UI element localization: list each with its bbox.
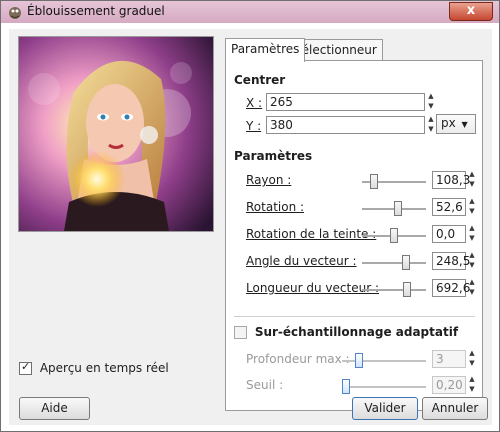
param-slider-thumb[interactable] xyxy=(394,201,403,216)
realtime-preview-label: Aperçu en temps réel xyxy=(39,361,169,375)
preview-area[interactable] xyxy=(18,36,214,232)
threshold-slider-thumb[interactable] xyxy=(342,379,351,394)
max-depth-label: Profondeur max : xyxy=(246,352,350,366)
spin-down-icon[interactable]: ▼ xyxy=(468,261,476,271)
max-depth-spin-up-icon[interactable]: ▲ xyxy=(468,349,476,359)
param-value-input[interactable]: 0,0 xyxy=(432,225,466,243)
param-value-spinner[interactable]: ▲ ▼ xyxy=(468,170,476,190)
y-spin-up-icon[interactable]: ▲ xyxy=(427,115,435,125)
x-input[interactable]: 265 xyxy=(266,93,425,111)
x-spin-down-icon[interactable]: ▼ xyxy=(427,102,435,112)
unit-select-value: px xyxy=(441,116,456,130)
param-value-input[interactable]: 52,6 xyxy=(432,198,466,216)
max-depth-spinner[interactable]: ▲ ▼ xyxy=(468,349,476,369)
y-spinner[interactable]: ▲ ▼ xyxy=(427,115,435,135)
param-slider-thumb[interactable] xyxy=(369,174,378,189)
max-depth-slider-thumb[interactable] xyxy=(354,353,363,368)
tab-parametres-label: Paramètres xyxy=(231,42,300,56)
section-divider xyxy=(234,316,475,317)
spin-up-icon[interactable]: ▲ xyxy=(468,170,476,180)
realtime-preview-toggle[interactable]: Aperçu en temps réel xyxy=(19,360,169,375)
y-label: Y : xyxy=(246,119,262,133)
centrer-section-title: Centrer xyxy=(234,73,286,87)
param-value-input[interactable]: 248,5 xyxy=(432,252,470,270)
spin-down-icon[interactable]: ▼ xyxy=(468,207,476,217)
spin-up-icon[interactable]: ▲ xyxy=(468,278,476,288)
threshold-spin-down-icon[interactable]: ▼ xyxy=(468,385,476,395)
realtime-preview-checkbox[interactable] xyxy=(19,360,32,375)
close-button[interactable]: x xyxy=(449,2,493,21)
param-value-input[interactable]: 108,3 xyxy=(432,171,470,189)
dialog-window: Éblouissement graduel x ✓ Aperçu en temp… xyxy=(0,0,500,432)
spin-up-icon[interactable]: ▲ xyxy=(468,197,476,207)
ok-button[interactable]: Valider xyxy=(352,397,418,420)
param-slider-thumb[interactable] xyxy=(402,282,411,297)
help-button[interactable]: Aide xyxy=(19,397,90,420)
tab-selectionneur-label: Sélectionneur xyxy=(294,43,377,57)
unit-select[interactable]: px ▼ xyxy=(436,114,476,134)
max-depth-input[interactable]: 3 xyxy=(432,350,466,368)
threshold-spin-up-icon[interactable]: ▲ xyxy=(468,375,476,385)
parametres-section-title: Paramètres xyxy=(234,149,313,163)
adaptive-supersampling-toggle[interactable]: Sur-échantillonnage adaptatif xyxy=(234,325,458,339)
y-spin-down-icon[interactable]: ▼ xyxy=(427,125,435,135)
gimp-app-icon xyxy=(9,7,21,19)
adaptive-supersampling-checkbox[interactable] xyxy=(234,326,247,339)
adaptive-supersampling-label: Sur-échantillonnage adaptatif xyxy=(254,325,459,339)
param-value-input[interactable]: 692,6 xyxy=(432,279,470,297)
param-slider-thumb[interactable] xyxy=(390,228,398,243)
param-value-spinner[interactable]: ▲ ▼ xyxy=(468,278,476,298)
max-depth-spin-down-icon[interactable]: ▼ xyxy=(468,359,476,369)
preview-image xyxy=(19,37,213,231)
x-spinner[interactable]: ▲ ▼ xyxy=(427,92,435,112)
settings-panel: Centrer X : 265 ▲ ▼ Y : 380 ▲ ▼ px ▼ Par… xyxy=(225,60,483,411)
threshold-label: Seuil : xyxy=(246,378,284,392)
spin-down-icon[interactable]: ▼ xyxy=(468,180,476,190)
x-spin-up-icon[interactable]: ▲ xyxy=(427,92,435,102)
cancel-button[interactable]: Annuler xyxy=(422,397,488,420)
tab-parametres[interactable]: Paramètres xyxy=(225,38,306,62)
threshold-spinner[interactable]: ▲ ▼ xyxy=(468,375,476,395)
param-label: Rotation de la teinte : xyxy=(246,227,377,241)
param-value-spinner[interactable]: ▲ ▼ xyxy=(468,224,476,244)
spin-up-icon[interactable]: ▲ xyxy=(468,251,476,261)
threshold-input[interactable]: 0,20 xyxy=(432,376,466,394)
param-value-spinner[interactable]: ▲ ▼ xyxy=(468,197,476,217)
param-slider-track[interactable] xyxy=(362,289,426,291)
dialog-body: Aperçu en temps réel Paramètres Sélectio… xyxy=(9,29,492,425)
y-input[interactable]: 380 xyxy=(266,116,425,134)
title-bar[interactable]: Éblouissement graduel x xyxy=(1,1,499,23)
spin-up-icon[interactable]: ▲ xyxy=(468,224,476,234)
x-label: X : xyxy=(246,96,263,110)
param-label: Longueur du vecteur : xyxy=(246,281,379,295)
window-title: Éblouissement graduel xyxy=(27,4,165,18)
param-label: Angle du vecteur : xyxy=(246,254,357,268)
threshold-slider-track[interactable] xyxy=(342,386,426,388)
param-value-spinner[interactable]: ▲ ▼ xyxy=(468,251,476,271)
param-slider-thumb[interactable] xyxy=(402,255,411,270)
chevron-down-icon: ▼ xyxy=(461,120,468,129)
spin-down-icon[interactable]: ▼ xyxy=(468,288,476,298)
param-label: Rayon : xyxy=(246,173,292,187)
spin-down-icon[interactable]: ▼ xyxy=(468,234,476,244)
param-label: Rotation : xyxy=(246,200,305,214)
param-slider-track[interactable] xyxy=(362,262,426,264)
